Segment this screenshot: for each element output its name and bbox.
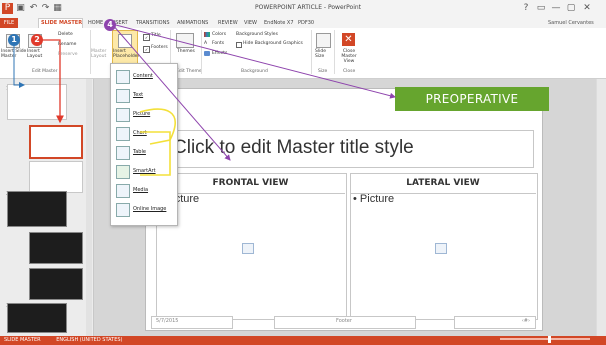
status-language[interactable]: ENGLISH (UNITED STATES)	[56, 337, 122, 343]
highlight-picture-item	[140, 131, 171, 176]
zoom-slider-thumb[interactable]	[548, 336, 551, 343]
status-slide-master: SLIDE MASTER	[4, 337, 41, 343]
arrow-to-master-thumbnail	[13, 40, 25, 88]
arrow-to-preoperative-banner	[111, 23, 396, 99]
step-marker-1: 1	[8, 34, 20, 46]
status-view-label: SLIDE MASTER ENGLISH (UNITED STATES)	[4, 337, 122, 343]
step-marker-2: 2	[31, 34, 43, 46]
status-bar: SLIDE MASTER ENGLISH (UNITED STATES)	[0, 336, 606, 345]
arrow-to-layout-thumbnail	[36, 39, 64, 124]
annotation-arrows	[13, 23, 396, 176]
zoom-slider[interactable]	[500, 338, 590, 340]
step-marker-4: 4	[104, 19, 116, 31]
